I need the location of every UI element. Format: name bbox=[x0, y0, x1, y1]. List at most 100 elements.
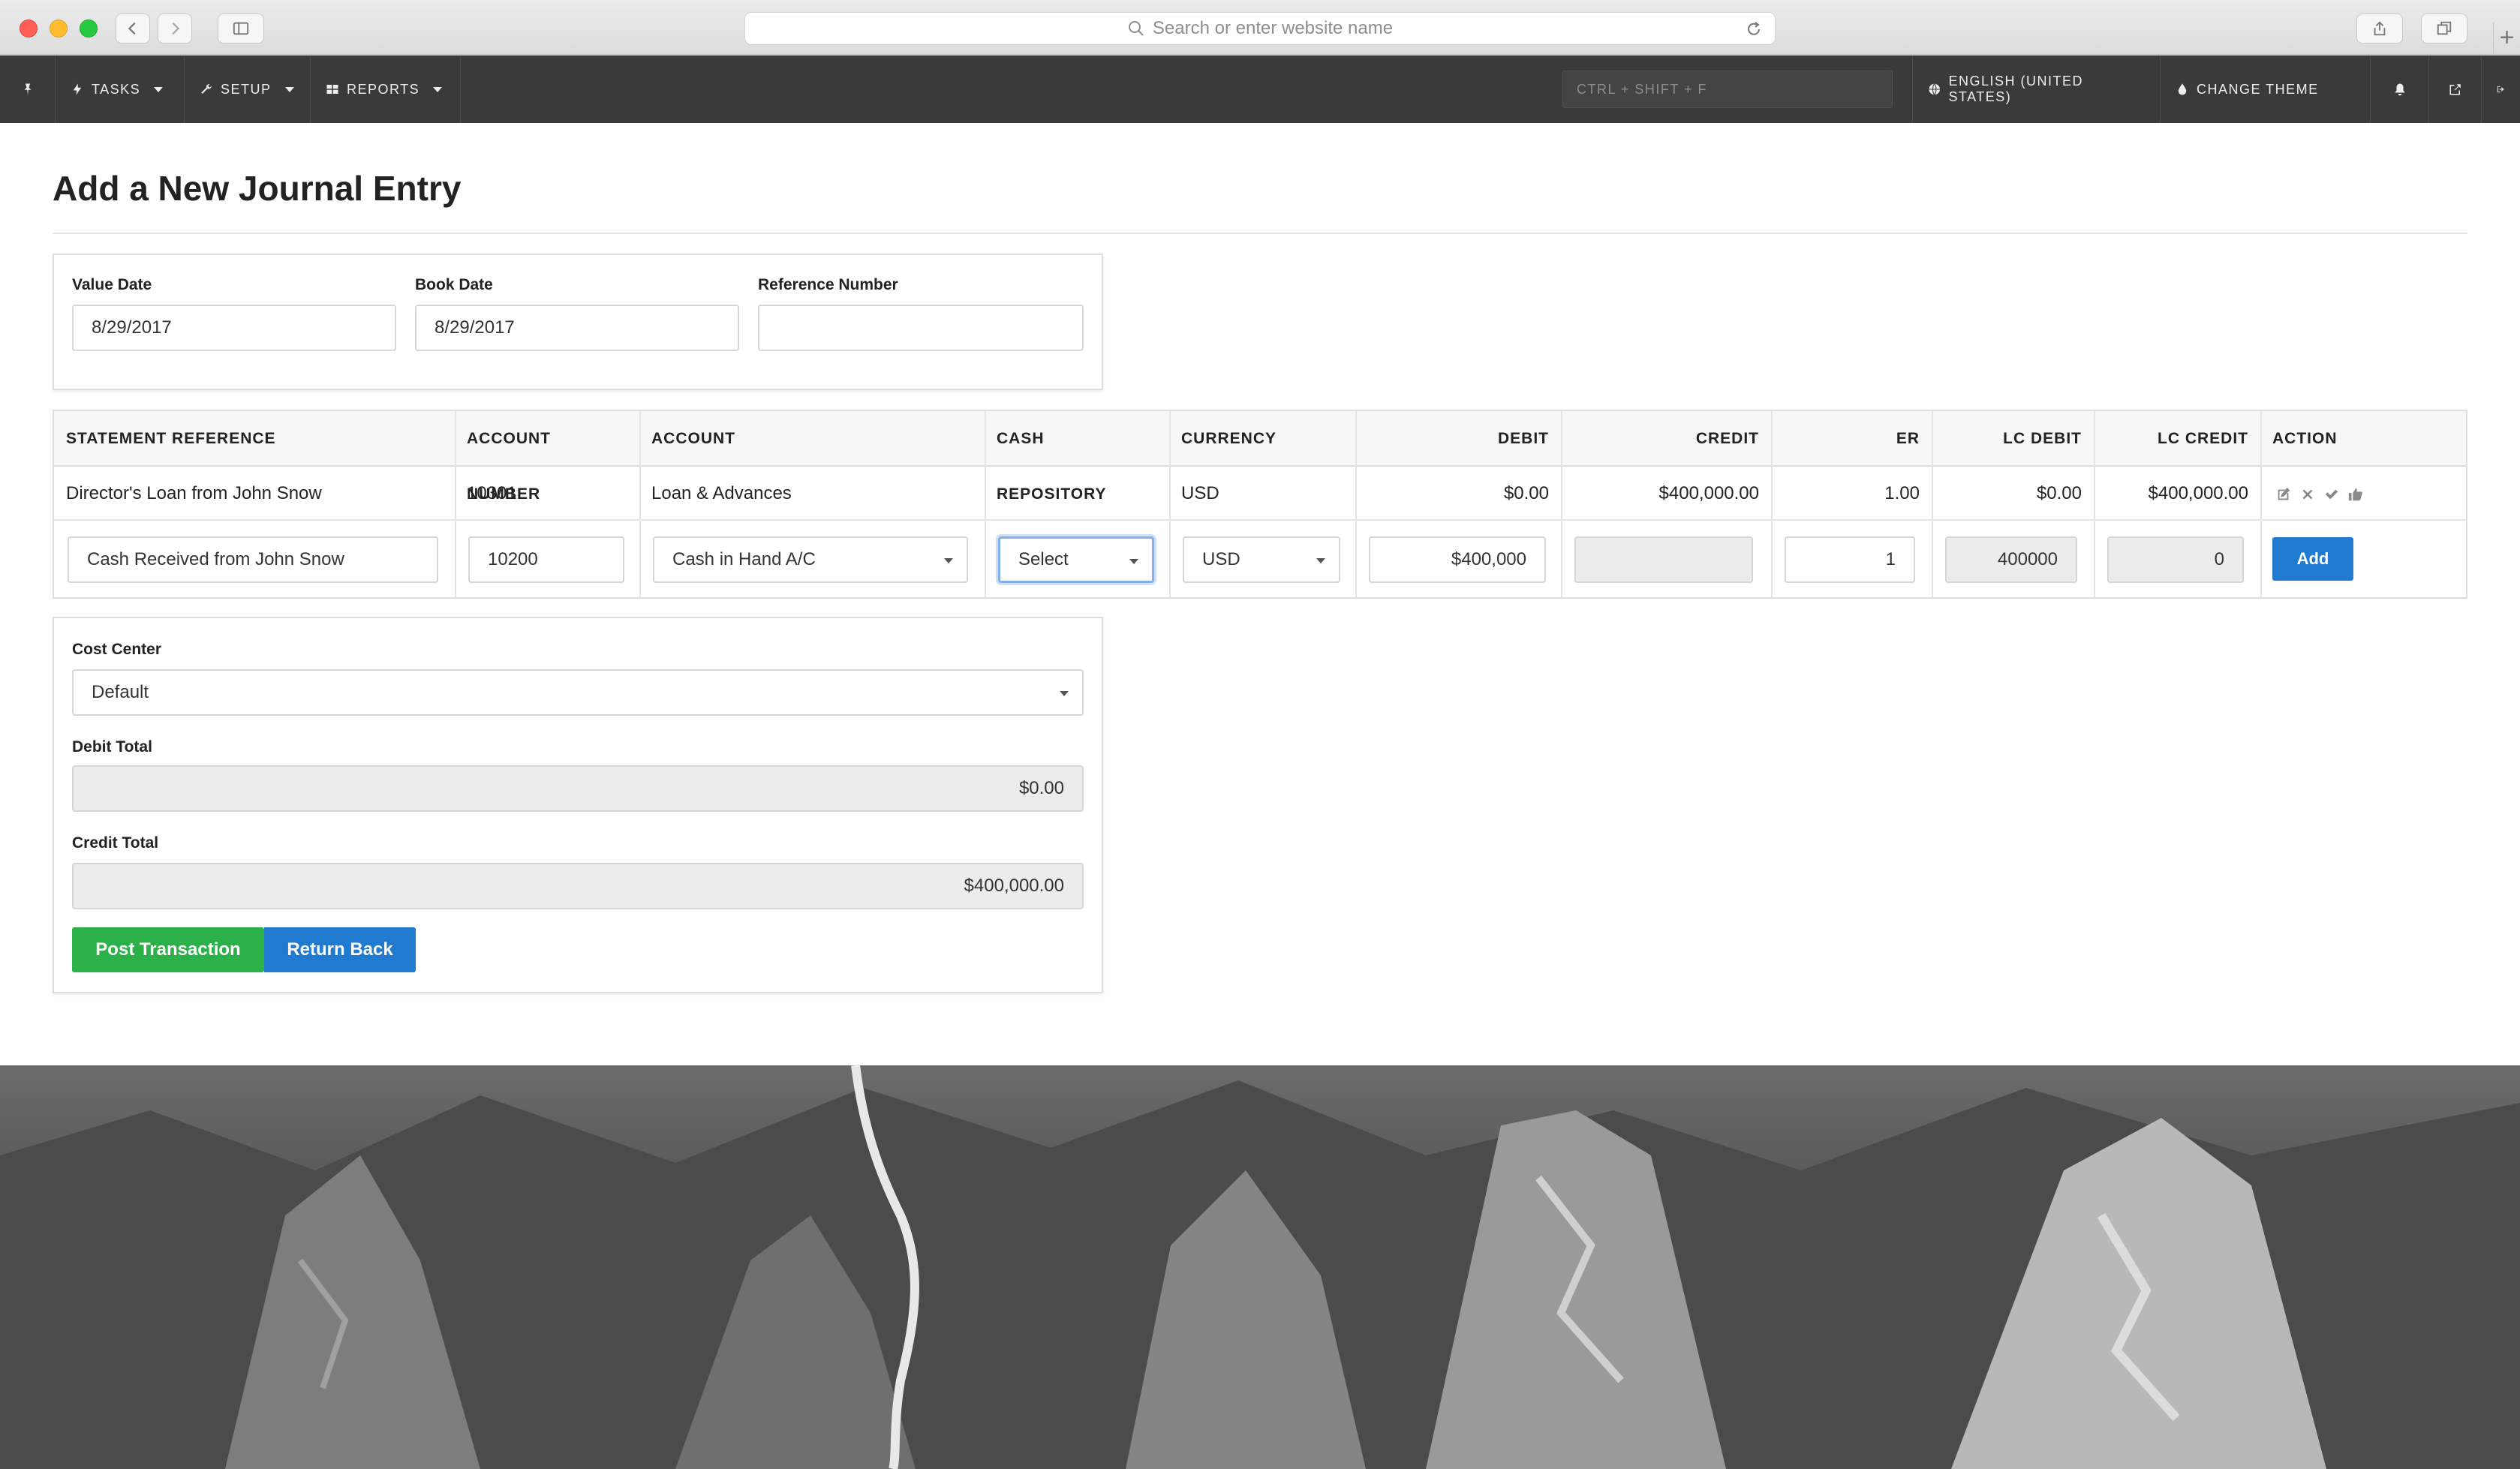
global-search-input[interactable]: CTRL + SHIFT + F bbox=[1562, 71, 1893, 108]
check-icon[interactable] bbox=[2323, 486, 2340, 503]
column-header: STATEMENT REFERENCE bbox=[66, 430, 276, 447]
background-image bbox=[0, 1065, 2520, 1469]
column-header: CASH REPOSITORY bbox=[997, 430, 1107, 503]
column-divider bbox=[2260, 411, 2262, 597]
title-divider bbox=[53, 233, 2467, 234]
return-back-button[interactable]: Return Back bbox=[264, 927, 416, 972]
setup-menu-label: SETUP bbox=[221, 81, 272, 97]
new-tab-button[interactable]: + bbox=[2493, 23, 2520, 56]
column-header: LC CREDIT bbox=[2158, 430, 2248, 447]
tasks-menu-label: TASKS bbox=[92, 81, 141, 97]
page-title: Add a New Journal Entry bbox=[53, 169, 462, 208]
book-date-input[interactable]: 8/29/2017 bbox=[415, 305, 739, 351]
tasks-menu[interactable]: TASKS bbox=[56, 56, 185, 123]
chevron-down-icon bbox=[1316, 558, 1325, 563]
account-select-value: Cash in Hand A/C bbox=[672, 549, 816, 569]
column-divider bbox=[455, 411, 456, 597]
globe-icon bbox=[1929, 83, 1940, 96]
column-divider bbox=[1932, 411, 1933, 597]
chevron-down-icon bbox=[944, 558, 953, 563]
cost-center-select-value: Default bbox=[92, 682, 149, 702]
column-header: ACCOUNT NUMBER bbox=[467, 430, 551, 503]
debit-total-field: $0.00 bbox=[72, 765, 1084, 812]
add-line-button[interactable]: Add bbox=[2272, 537, 2353, 581]
thumbs-up-icon[interactable] bbox=[2347, 486, 2364, 503]
sidebar-toggle-button[interactable] bbox=[218, 14, 264, 44]
cell-debit: $0.00 bbox=[1503, 483, 1549, 503]
edit-icon[interactable] bbox=[2275, 486, 2292, 503]
pin-menu-button[interactable] bbox=[0, 56, 56, 123]
cell-currency: USD bbox=[1181, 483, 1219, 503]
credit-total-field: $400,000.00 bbox=[72, 863, 1084, 909]
exchange-rate-input[interactable]: 1 bbox=[1785, 536, 1915, 583]
chevron-down-icon bbox=[433, 86, 443, 92]
statement-reference-input[interactable]: Cash Received from John Snow bbox=[68, 536, 438, 583]
app-navbar: TASKS SETUP REPORTS CTRL + SHIFT + F ENG… bbox=[0, 56, 2520, 123]
cell-lc-credit: $400,000.00 bbox=[2148, 483, 2248, 503]
forward-button[interactable] bbox=[158, 14, 192, 44]
drop-icon bbox=[2178, 83, 2187, 95]
account-select[interactable]: Cash in Hand A/C bbox=[653, 536, 968, 583]
post-transaction-button[interactable]: Post Transaction bbox=[72, 927, 264, 972]
column-header: CREDIT bbox=[1695, 430, 1759, 447]
reference-number-input[interactable] bbox=[758, 305, 1084, 351]
chevron-right-icon bbox=[172, 22, 180, 35]
cell-cash-repository bbox=[985, 467, 1169, 521]
column-divider bbox=[1771, 411, 1773, 597]
share-button[interactable] bbox=[2356, 14, 2403, 44]
zoom-window-button[interactable] bbox=[80, 20, 98, 38]
cash-repository-select[interactable]: Select bbox=[998, 536, 1154, 583]
credit-input[interactable] bbox=[1574, 536, 1753, 583]
close-icon[interactable] bbox=[2299, 486, 2316, 503]
debit-total-label: Debit Total bbox=[72, 738, 152, 756]
lc-debit-input[interactable]: 400000 bbox=[1945, 536, 2077, 583]
credit-total-label: Credit Total bbox=[72, 834, 159, 852]
chevron-down-icon bbox=[1060, 691, 1069, 696]
chevron-down-icon bbox=[1129, 559, 1138, 564]
column-header: ER bbox=[1896, 430, 1920, 447]
column-header: LC DEBIT bbox=[2003, 430, 2082, 447]
reports-menu[interactable]: REPORTS bbox=[311, 56, 461, 123]
reference-number-label: Reference Number bbox=[758, 276, 898, 293]
language-label: ENGLISH (UNITED STATES) bbox=[1948, 74, 2083, 104]
cash-repository-select-value: Select bbox=[1018, 549, 1069, 569]
cost-center-label: Cost Center bbox=[72, 641, 162, 658]
currency-select[interactable]: USD bbox=[1183, 536, 1340, 583]
account-number-input[interactable]: 10200 bbox=[468, 536, 624, 583]
notifications-button[interactable] bbox=[2370, 56, 2428, 123]
cell-er: 1.00 bbox=[1884, 483, 1920, 503]
cell-statement-reference: Director's Loan from John Snow bbox=[66, 483, 322, 503]
change-theme-label: CHANGE THEME bbox=[2197, 81, 2319, 97]
close-window-button[interactable] bbox=[20, 20, 38, 38]
column-header: CURRENCY bbox=[1181, 430, 1277, 447]
cell-lc-debit: $0.00 bbox=[2036, 483, 2082, 503]
lc-credit-input[interactable]: 0 bbox=[2107, 536, 2244, 583]
chevron-left-icon bbox=[128, 22, 136, 35]
chevron-down-icon bbox=[154, 86, 164, 92]
address-bar[interactable]: Search or enter website name bbox=[744, 12, 1776, 45]
cell-account: Loan & Advances bbox=[651, 483, 792, 503]
minimize-window-button[interactable] bbox=[50, 20, 68, 38]
share-icon bbox=[2374, 21, 2386, 36]
sign-out-icon bbox=[2497, 86, 2504, 93]
language-selector[interactable]: ENGLISH (UNITED STATES) bbox=[1912, 56, 2160, 123]
open-external-button[interactable] bbox=[2428, 56, 2481, 123]
column-header: ACCOUNT bbox=[651, 430, 735, 447]
tabs-overview-button[interactable] bbox=[2421, 14, 2467, 44]
setup-menu[interactable]: SETUP bbox=[185, 56, 311, 123]
change-theme-button[interactable]: CHANGE THEME bbox=[2160, 56, 2370, 123]
wrench-icon bbox=[201, 84, 212, 94]
back-button[interactable] bbox=[116, 14, 150, 44]
value-date-input[interactable]: 8/29/2017 bbox=[72, 305, 396, 351]
debit-input[interactable]: $400,000 bbox=[1369, 536, 1546, 583]
sign-out-button[interactable] bbox=[2481, 56, 2520, 123]
mountain-texture-image bbox=[0, 1065, 2520, 1469]
table-header-row: STATEMENT REFERENCE ACCOUNT NUMBER ACCOU… bbox=[54, 411, 2466, 503]
cost-center-select[interactable]: Default bbox=[72, 669, 1084, 716]
reload-icon[interactable] bbox=[1745, 20, 1763, 38]
book-date-label: Book Date bbox=[415, 276, 493, 293]
browser-toolbar: Search or enter website name + bbox=[0, 0, 2520, 56]
column-divider bbox=[1355, 411, 1357, 597]
column-header: DEBIT bbox=[1498, 430, 1549, 447]
table-row: Director's Loan from John Snow 10301 Loa… bbox=[54, 467, 2466, 521]
